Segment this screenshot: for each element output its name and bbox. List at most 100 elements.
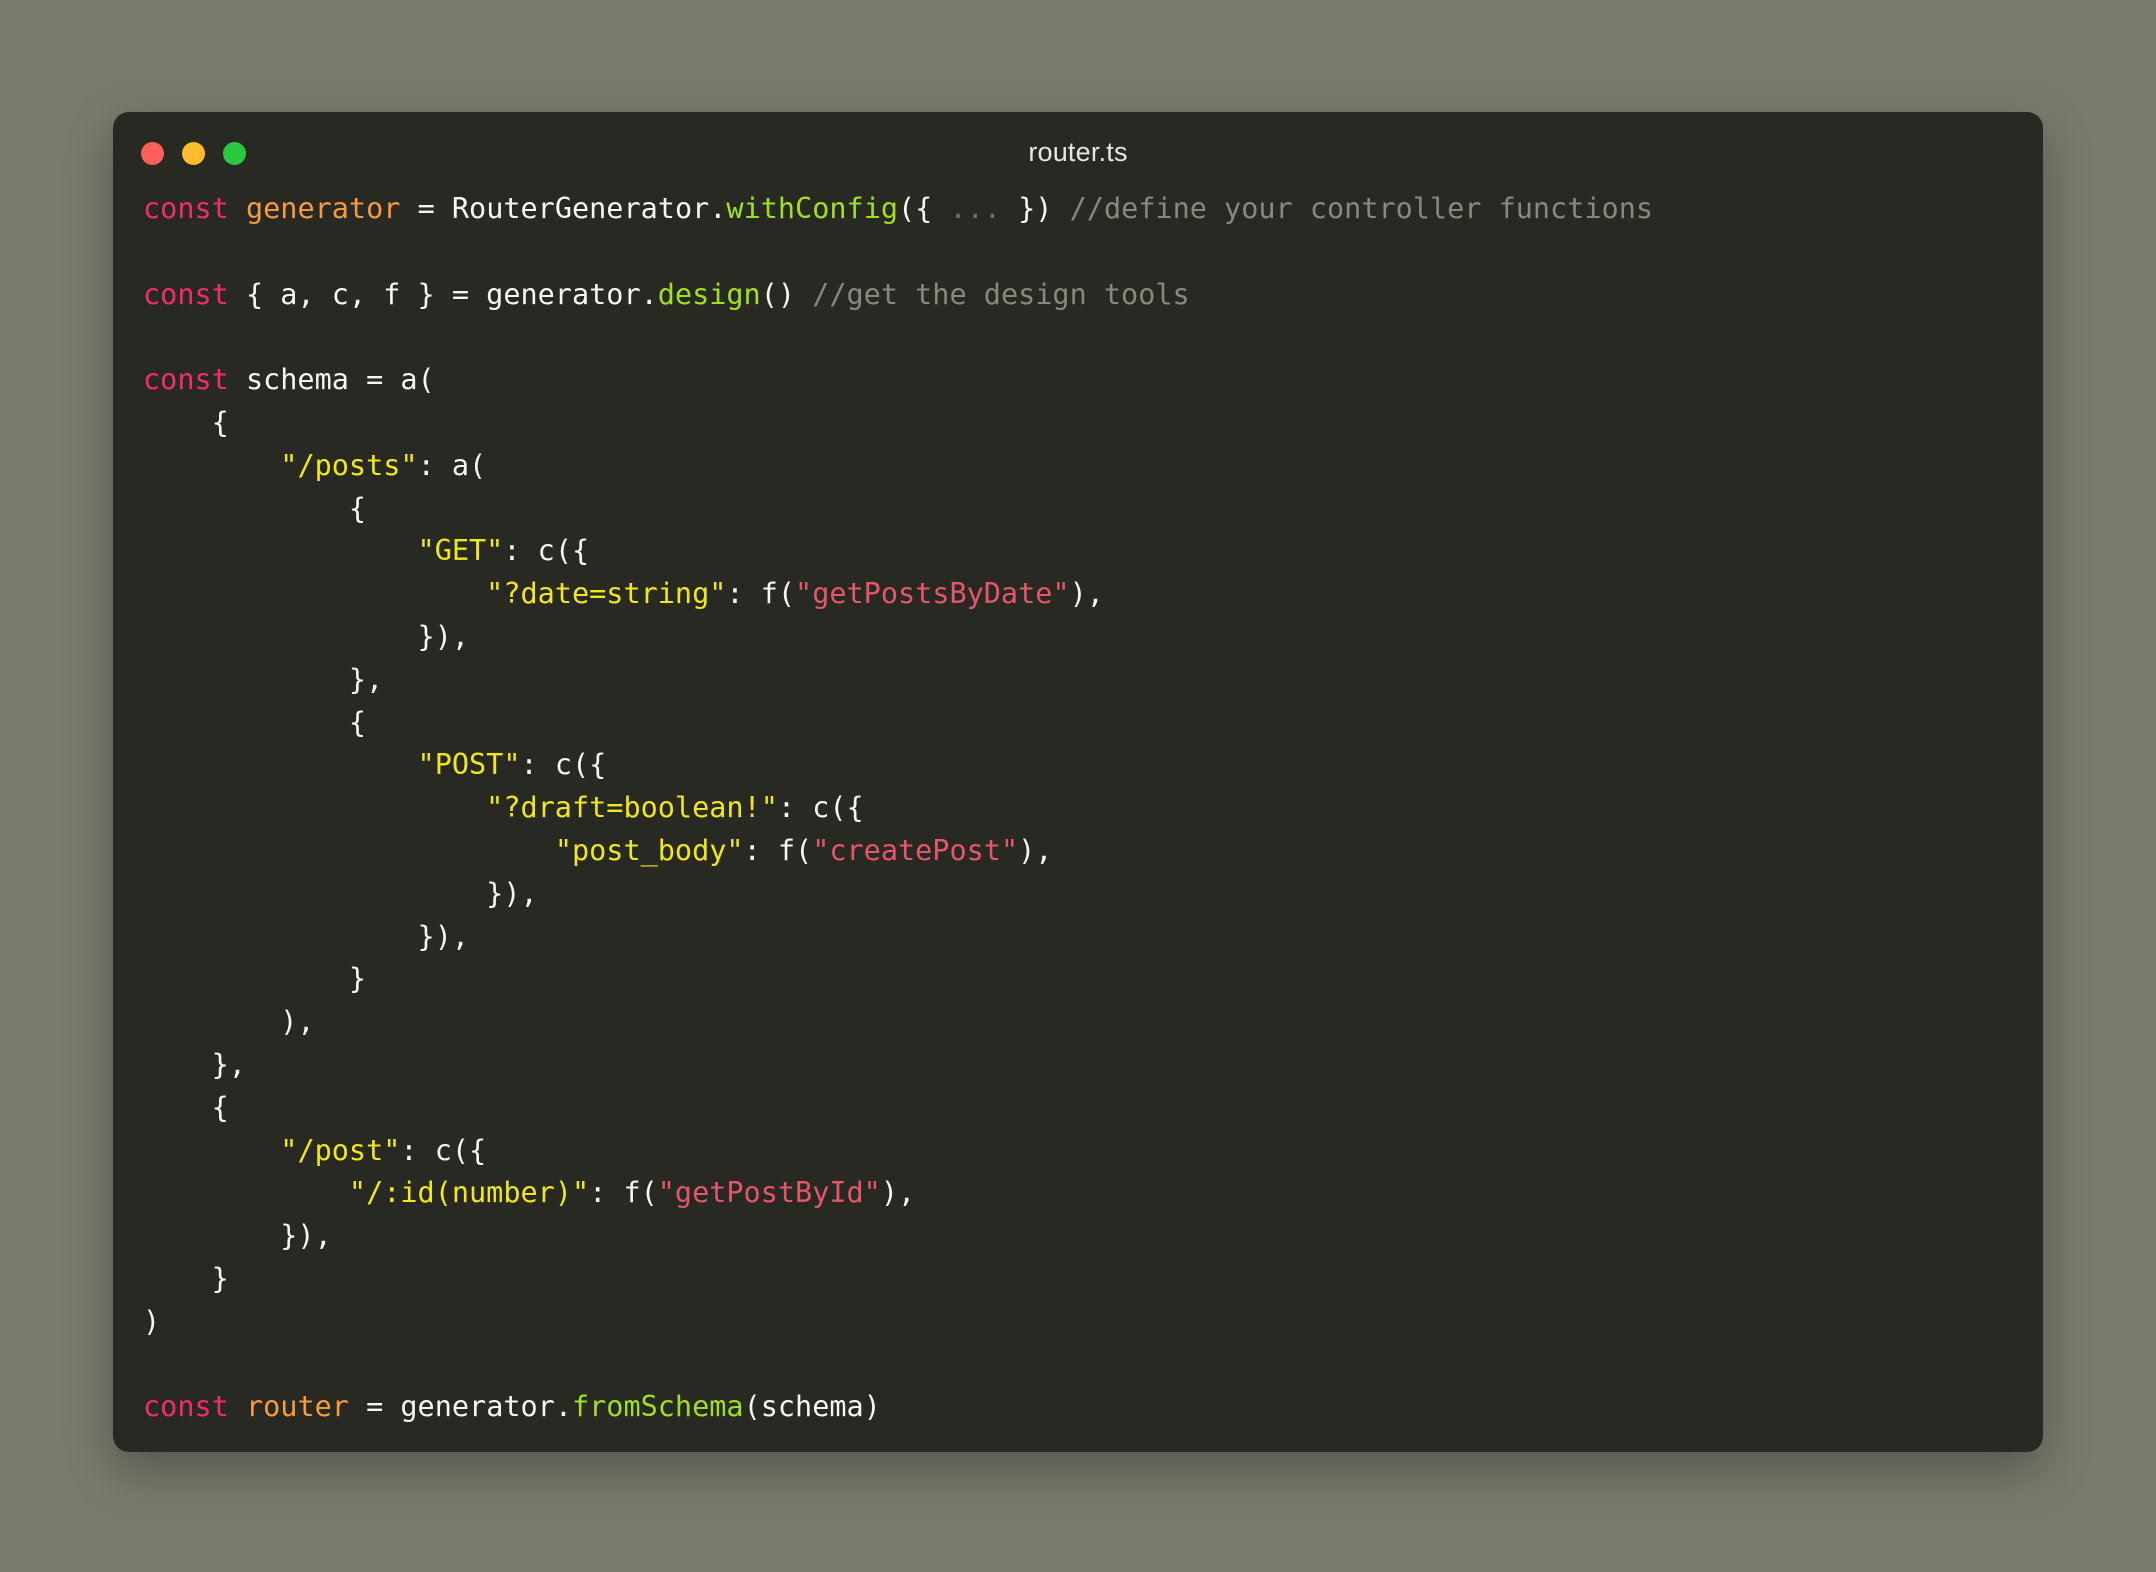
code-line: "POST": c({ [143,744,2043,787]
code-token-plain: ), [1018,833,1053,867]
code-line: }), [143,616,2043,659]
code-token-fn: fromSchema [571,1390,744,1424]
code-line: { [143,402,2043,445]
code-token-comment: //define your controller functions [1069,192,1654,225]
code-line: }), [143,916,2043,959]
code-line: { [143,702,2043,745]
code-line: const schema = a( [143,359,2043,402]
code-token-plain: : f( [726,577,796,611]
code-token-key: "?draft=boolean!" [486,791,778,825]
code-line: "/post": c({ [143,1130,2043,1173]
code-token-plain: }, [143,662,384,696]
code-line: ), [143,1001,2043,1044]
code-token-plain: }) [1000,192,1070,225]
code-line: { [143,1087,2043,1130]
code-token-plain: () [760,277,813,311]
code-token-comment: //get the design tools [812,277,1190,311]
code-token-plain: { [143,405,229,439]
code-token-plain: : c({ [520,748,607,782]
code-editor-content[interactable]: const generator = RouterGenerator.withCo… [113,188,2043,1429]
code-token-plain: ) [143,1304,161,1338]
code-line: }), [143,873,2043,916]
screenshot-stage: router.ts const generator = RouterGenera… [0,0,2156,1572]
code-token-str: "getPostById" [657,1176,881,1210]
code-token-plain: : c({ [503,534,590,568]
code-line: "/posts": a( [143,445,2043,488]
code-token-kw: const [143,277,229,311]
window-title-bar[interactable]: router.ts [113,112,2043,188]
code-line: const generator = RouterGenerator.withCo… [143,188,2043,231]
code-token-plain: { [143,1090,229,1124]
code-line: "/:id(number)": f("getPostById"), [143,1172,2043,1215]
code-token-plain: = generator. [348,1390,572,1424]
code-token-kw: const [143,192,229,225]
code-token-plain: { [143,705,367,739]
code-line: "?date=string": f("getPostsByDate"), [143,573,2043,616]
code-token-plain: }), [143,619,470,653]
code-token-key: "GET" [417,534,504,568]
code-line: "?draft=boolean!": c({ [143,787,2043,830]
code-token-plain: : f( [743,833,813,867]
window-title: router.ts [1028,137,1128,167]
code-token-key: "/posts" [280,448,418,482]
code-token-plain: } [143,962,367,996]
code-token-fn: withConfig [726,192,899,225]
code-token-plain: : c({ [777,791,864,825]
code-token-str: "createPost" [812,833,1019,867]
code-token-fn: design [657,277,761,311]
code-line: }), [143,1215,2043,1258]
code-line: { [143,488,2043,531]
code-token-plain: : c({ [400,1133,487,1167]
code-token-plain: ), [1069,577,1104,611]
code-line: }, [143,1044,2043,1087]
code-token-plain: }, [143,1047,246,1081]
code-token-key: "/post" [280,1133,401,1167]
code-line: } [143,1258,2043,1301]
code-token-plain: (schema) [743,1390,881,1424]
code-token-plain: = RouterGenerator. [400,192,727,225]
code-token-plain: : a( [417,448,487,482]
code-token-key: "post_body" [554,833,744,867]
code-token-plain: { [143,491,367,525]
code-token-plain: }), [143,1219,332,1253]
code-token-key: "POST" [417,748,521,782]
code-token-plain: ), [143,1005,315,1039]
code-line: const { a, c, f } = generator.design() /… [143,274,2043,317]
code-token-plain: { a, c, f } = generator. [228,277,658,311]
code-token-str: "getPostsByDate" [795,577,1070,611]
code-token-plain: : f( [589,1176,658,1210]
code-line: } [143,958,2043,1001]
code-token-kw: const [143,1390,229,1424]
code-token-plain: } [143,1261,229,1295]
code-token-plain: schema = a( [228,363,435,397]
code-token-plain: ({ [898,192,950,225]
code-token-var: generator [245,192,401,225]
code-token-key: "/:id(number)" [348,1176,590,1210]
code-token-plain: ), [880,1176,916,1210]
code-token-dim: ... [949,192,1001,225]
code-token-key: "?date=string" [486,577,727,611]
code-token-var: router [245,1390,349,1424]
code-line: ) [143,1301,2043,1344]
code-line: "GET": c({ [143,530,2043,573]
code-token-plain: }), [143,876,538,910]
code-window: router.ts const generator = RouterGenera… [113,112,2043,1452]
code-line: "post_body": f("createPost"), [143,830,2043,873]
code-line: }, [143,659,2043,702]
code-line: const router = generator.fromSchema(sche… [143,1386,2043,1429]
code-token-plain: }), [143,919,470,953]
code-token-kw: const [143,363,229,397]
